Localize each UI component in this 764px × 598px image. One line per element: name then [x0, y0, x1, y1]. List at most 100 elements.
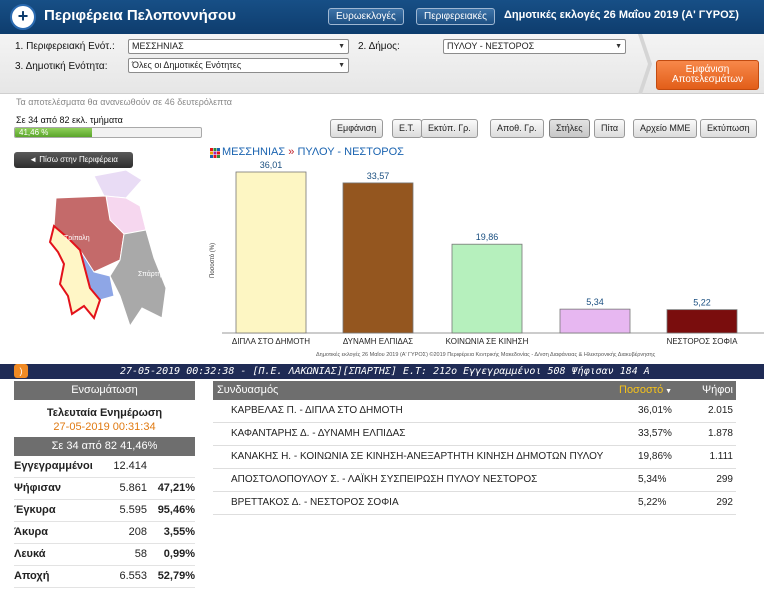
- show-results-line2: Αποτελεσμάτων: [671, 74, 744, 85]
- summary-row: Ψήφισαν 5.861 47,21%: [14, 478, 195, 500]
- regional-elections-button[interactable]: Περιφερειακές: [416, 8, 495, 25]
- progress-text: 41,46 %: [19, 128, 49, 137]
- summary-row-percent: 47,21%: [157, 482, 195, 494]
- table-row[interactable]: ΚΑΦΑΝΤΑΡΗΣ Δ. - ΔΥΝΑΜΗ ΕΛΠΙΔΑΣ 33,57% 1.87…: [213, 423, 736, 446]
- breadcrumb-dots-icon: [210, 148, 220, 158]
- counted-stations-label: Σε 34 από 82 εκλ. τμήματα: [16, 115, 123, 125]
- municipal-unit-select[interactable]: Όλες οι Δημοτικές Ενότητες ▼: [128, 58, 349, 73]
- election-title: Δημοτικές εκλογές 26 Μαΐου 2019 (Α' ΓΥΡΟ…: [504, 9, 739, 21]
- summary-row-label: Έγκυρα: [14, 504, 56, 516]
- result-votes: 1.111: [709, 451, 733, 462]
- bar-value-label: 5,34: [586, 297, 604, 307]
- chart-footnote: Δημοτικές εκλογές 26 Μαΐου 2019 (Α' ΓΥΡΟ…: [316, 352, 656, 358]
- breadcrumb-separator: »: [288, 146, 295, 158]
- last-update-time: 27-05-2019 00:31:34: [53, 421, 156, 433]
- result-combination: ΑΠΟΣΤΟΛΟΠΟΥΛΟΥ Σ. - ΛΑΪΚΗ ΣΥΣΠΕΙΡΩΣΗ ΠΥΛ…: [231, 474, 538, 485]
- sort-desc-icon: ▼: [663, 388, 673, 395]
- result-votes: 2.015: [707, 405, 733, 416]
- view-button-columns[interactable]: Στήλες: [549, 119, 590, 138]
- euro-elections-button[interactable]: Ευρωεκλογές: [328, 8, 404, 25]
- regional-unit-select-value: ΜΕΣΣΗΝΙΑΣ: [132, 41, 184, 51]
- view-button-save-chart[interactable]: Αποθ. Γρ.: [490, 119, 544, 138]
- results-bar-chart: Ποσοστό (%) 36,01 ΔΙΠΛΑ ΣΤΟ ΔΗΜΟΤΗ 33,57 ΔΥΝ…: [209, 160, 764, 346]
- summary-row: Αποχή 6.553 52,79%: [14, 566, 195, 588]
- view-button-pie[interactable]: Πίτα: [594, 119, 626, 138]
- back-to-region-button[interactable]: ◄ Πίσω στην Περιφέρεια: [14, 152, 133, 168]
- bar[interactable]: [666, 309, 738, 334]
- summary-row-label: Αποχή: [14, 570, 50, 582]
- col-votes[interactable]: Ψήφοι: [702, 381, 733, 400]
- result-percent: 5,34%: [638, 474, 667, 485]
- result-votes: 299: [716, 474, 733, 485]
- summary-row-label: Εγγεγραμμένοι: [14, 460, 93, 472]
- map-korinthia: [93, 169, 143, 199]
- col-percent[interactable]: Ποσοστό ▼: [619, 381, 672, 401]
- table-row[interactable]: ΚΑΝΑΚΗΣ Η. - ΚΟΙΝΩΝΙΑ ΣΕ ΚΙΝΗΣΗ-ΑΝΕΞΑΡΤΗ…: [213, 446, 736, 469]
- municipal-unit-select-value: Όλες οι Δημοτικές Ενότητες: [132, 60, 242, 70]
- summary-row-percent: 0,99%: [163, 548, 195, 560]
- bar[interactable]: [235, 171, 307, 334]
- summary-row-label: Λευκά: [14, 548, 46, 560]
- result-votes: 292: [716, 497, 733, 508]
- chevron-right-icon: [638, 34, 652, 94]
- view-button-et[interactable]: Ε.Τ.: [392, 119, 422, 138]
- municipality-select[interactable]: ΠΥΛΟΥ - ΝΕΣΤΟΡΟΣ ▼: [443, 39, 626, 54]
- chevron-down-icon: ▼: [338, 43, 345, 50]
- result-combination: ΚΑΝΑΚΗΣ Η. - ΚΟΙΝΩΝΙΑ ΣΕ ΚΙΝΗΣΗ-ΑΝΕΞΑΡΤΗ…: [231, 451, 604, 462]
- category-label: ΔΥΝΑΜΗ ΕΛΠΙΔΑΣ: [343, 337, 413, 346]
- bar-value-label: 33,57: [367, 171, 390, 181]
- bar[interactable]: [451, 243, 523, 334]
- chevron-down-icon: ▼: [615, 43, 622, 50]
- view-button-show[interactable]: Εμφάνιση: [330, 119, 384, 138]
- result-combination: ΒΡΕΤΤΑΚΟΣ Δ. - ΝΕΣΤΟΡΟΣ ΣΟΦΙΑ: [231, 497, 399, 508]
- category-label: ΔΙΠΛΑ ΣΤΟ ΔΗΜΟΤΗ: [232, 337, 310, 346]
- view-button-media-file[interactable]: Αρχείο ΜΜΕ: [633, 119, 698, 138]
- results-table: Συνδυασμός Ποσοστό ▼ Ψήφοι ΚΑΡΒΕΛΑΣ Π. -…: [213, 381, 736, 515]
- regional-unit-select[interactable]: ΜΕΣΣΗΝΙΑΣ ▼: [128, 39, 349, 54]
- col-combination[interactable]: Συνδυασμός: [217, 381, 278, 400]
- map-label-tripoli: Τρίπολη: [64, 234, 90, 242]
- result-percent: 33,57%: [638, 428, 672, 439]
- col-percent-label: Ποσοστό: [619, 384, 664, 396]
- refresh-countdown: Τα αποτελέσματα θα ανανεωθούν σε 46 δευτ…: [16, 97, 233, 107]
- filter-label-regional-unit: 1. Περιφερειακή Ενότ.:: [15, 41, 115, 52]
- summary-row-label: Άκυρα: [14, 526, 49, 538]
- summary-row-value: 12.414: [113, 460, 147, 472]
- map-label-sparti: Σπάρτη: [138, 270, 161, 278]
- last-update-label: Τελευταία Ενημέρωση: [46, 407, 163, 419]
- municipality-select-value: ΠΥΛΟΥ - ΝΕΣΤΟΡΟΣ: [447, 41, 535, 51]
- table-row[interactable]: ΑΠΟΣΤΟΛΟΠΟΥΛΟΥ Σ. - ΛΑΪΚΗ ΣΥΣΠΕΙΡΩΣΗ ΠΥΛ…: [213, 469, 736, 492]
- summary-panel: Ενσωμάτωση Τελευταία Ενημέρωση 27-05-201…: [14, 381, 195, 598]
- category-label: ΝΕΣΤΟΡΟΣ ΣΟΦΙΑ: [667, 337, 739, 346]
- summary-row-label: Ψήφισαν: [14, 482, 61, 494]
- region-map[interactable]: Τρίπολη Σπάρτη: [14, 168, 204, 358]
- show-results-button[interactable]: Εμφάνιση Αποτελεσμάτων: [656, 60, 759, 90]
- summary-row-value: 5.595: [119, 504, 147, 516]
- bar[interactable]: [342, 182, 414, 334]
- summary-row-percent: 3,55%: [163, 526, 195, 538]
- summary-count: Σε 34 από 82 41,46%: [14, 437, 195, 456]
- chevron-down-icon: ▼: [338, 62, 345, 69]
- ticker-text: 27-05-2019 00:32:38 - [Π.Ε. ΛΑΚΩΝΙΑΣ][ΣΠ…: [120, 366, 650, 377]
- table-row[interactable]: ΒΡΕΤΤΑΚΟΣ Δ. - ΝΕΣΤΟΡΟΣ ΣΟΦΙΑ 5,22% 292: [213, 492, 736, 515]
- rss-icon[interactable]: ): [14, 364, 28, 378]
- bar-value-label: 36,01: [260, 160, 283, 170]
- summary-row-value: 5.861: [119, 482, 147, 494]
- bar[interactable]: [559, 308, 631, 334]
- result-combination: ΚΑΦΑΝΤΑΡΗΣ Δ. - ΔΥΝΑΜΗ ΕΛΠΙΔΑΣ: [231, 428, 406, 439]
- bar-value-label: 5,22: [693, 298, 711, 308]
- summary-row-value: 6.553: [119, 570, 147, 582]
- region-logo-icon: +: [10, 4, 36, 30]
- breadcrumb-region[interactable]: ΜΕΣΣΗΝΙΑΣ: [222, 146, 285, 158]
- summary-title: Ενσωμάτωση: [14, 381, 195, 400]
- filter-label-municipal-unit: 3. Δημοτική Ενότητα:: [15, 61, 108, 72]
- view-button-print[interactable]: Εκτύπωση: [700, 119, 757, 138]
- table-row[interactable]: ΚΑΡΒΕΛΑΣ Π. - ΔΙΠΛΑ ΣΤΟ ΔΗΜΟΤΗ 36,01% 2.01…: [213, 400, 736, 423]
- y-axis-label: Ποσοστό (%): [209, 243, 216, 278]
- results-table-header: Συνδυασμός Ποσοστό ▼ Ψήφοι: [213, 381, 736, 400]
- summary-row: Εγγεγραμμένοι 12.414: [14, 456, 195, 478]
- summary-row-value: 208: [128, 526, 147, 538]
- view-button-print-chart[interactable]: Εκτύπ. Γρ.: [421, 119, 478, 138]
- summary-row: Λευκά 58 0,99%: [14, 544, 195, 566]
- breadcrumb-municipality: ΠΥΛΟΥ - ΝΕΣΤΟΡΟΣ: [297, 146, 404, 158]
